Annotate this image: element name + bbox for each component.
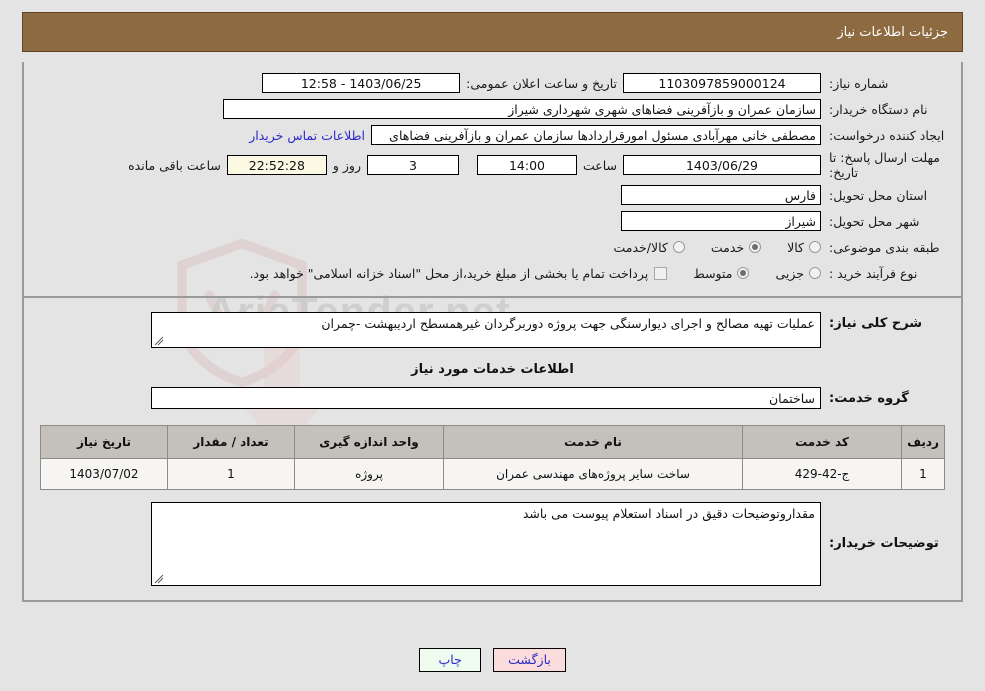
- row-city: شهر محل تحویل: شیراز: [24, 210, 961, 232]
- row-process-type: نوع فرآیند خرید : جزیی متوسط پرداخت تمام…: [24, 262, 961, 284]
- deadline-label: مهلت ارسال پاسخ: تا تاریخ:: [829, 150, 940, 180]
- need-description-textarea[interactable]: عملیات تهیه مصالح و اجرای دیوارسنگی جهت …: [151, 312, 821, 348]
- resize-grip-icon[interactable]: [154, 574, 164, 584]
- radio-kala-khedmat-icon[interactable]: [672, 241, 685, 253]
- cell-service-name: ساخت سایر پروژه‌های مهندسی عمران: [443, 458, 743, 490]
- process-type-option-motavaset[interactable]: متوسط: [693, 265, 750, 281]
- buyer-contact-link[interactable]: اطلاعات تماس خریدار: [249, 128, 371, 143]
- row-service-group: گروه خدمت: ساختمان: [24, 387, 961, 409]
- column-header-unit: واحد اندازه گیری: [294, 425, 444, 459]
- classification-option-label: کالا: [787, 239, 804, 255]
- process-type-radio-group: جزیی متوسط: [667, 266, 821, 281]
- cell-unit: پروژه: [294, 458, 444, 490]
- details-panel: شماره نیاز: 1103097859000124 تاریخ و ساع…: [22, 62, 963, 602]
- need-description-value: عملیات تهیه مصالح و اجرای دیوارسنگی جهت …: [321, 316, 815, 331]
- buyer-notes-value: مقداروتوضیحات دقیق در اسناد استعلام پیوس…: [522, 506, 815, 521]
- classification-option-label: خدمت: [710, 239, 745, 255]
- table-header-row: ردیف کد خدمت نام خدمت واحد اندازه گیری ت…: [40, 425, 945, 459]
- buyer-notes-textarea[interactable]: مقداروتوضیحات دقیق در اسناد استعلام پیوس…: [151, 502, 821, 586]
- row-need-number: شماره نیاز: 1103097859000124 تاریخ و ساع…: [24, 72, 961, 94]
- remaining-days-value: 3: [366, 155, 459, 175]
- deadline-date-value: 1403/06/29: [623, 155, 821, 175]
- resize-grip-icon[interactable]: [154, 336, 164, 346]
- services-table-wrapper: ردیف کد خدمت نام خدمت واحد اندازه گیری ت…: [40, 425, 945, 490]
- need-number-value: 1103097859000124: [623, 73, 821, 93]
- row-need-description: شرح کلی نیاز: عملیات تهیه مصالح و اجرای …: [24, 312, 961, 348]
- services-section: شرح کلی نیاز: عملیات تهیه مصالح و اجرای …: [24, 298, 961, 602]
- row-classification: طبقه بندی موضوعی: کالا خدمت کالا/خدمت: [24, 236, 961, 258]
- row-buyer-notes: توضیحات خریدار: مقداروتوضیحات دقیق در اس…: [24, 502, 961, 586]
- radio-jozei-icon[interactable]: [809, 267, 821, 279]
- creator-label: ایجاد کننده درخواست:: [829, 127, 945, 143]
- city-label: شهر محل تحویل:: [829, 213, 920, 229]
- remaining-time-label: ساعت باقی مانده: [128, 157, 221, 173]
- process-type-option-jozei[interactable]: جزیی: [775, 266, 821, 281]
- back-button[interactable]: بازگشت: [493, 648, 566, 672]
- need-description-label: شرح کلی نیاز:: [829, 316, 923, 331]
- radio-kala-icon[interactable]: [809, 241, 821, 253]
- column-header-service-name: نام خدمت: [443, 425, 743, 459]
- row-deadline: مهلت ارسال پاسخ: تا تاریخ: 1403/06/29 سا…: [24, 150, 961, 180]
- process-type-label: نوع فرآیند خرید :: [829, 265, 918, 281]
- province-label: استان محل تحویل:: [829, 187, 928, 203]
- classification-option-kala-khedmat[interactable]: کالا/خدمت: [613, 239, 685, 255]
- buyer-org-label: نام دستگاه خریدار:: [829, 101, 928, 117]
- province-value: فارس: [621, 185, 821, 205]
- column-header-quantity: تعداد / مقدار: [167, 425, 295, 459]
- classification-option-label: کالا/خدمت: [613, 239, 668, 255]
- classification-radio-group: کالا خدمت کالا/خدمت: [587, 240, 821, 255]
- process-type-option-label: متوسط: [693, 265, 733, 281]
- footer-actions: بازگشت چاپ: [0, 648, 985, 672]
- page-header: جزئیات اطلاعات نیاز: [22, 12, 963, 52]
- classification-option-kala[interactable]: کالا: [787, 240, 821, 255]
- remaining-time-countdown: 22:52:28: [226, 155, 327, 175]
- table-row: 1 ج-42-429 ساخت سایر پروژه‌های مهندسی عم…: [40, 458, 945, 490]
- page-title: جزئیات اطلاعات نیاز: [837, 24, 948, 40]
- cell-quantity: 1: [167, 458, 295, 490]
- need-number-label: شماره نیاز:: [829, 75, 889, 91]
- services-heading: اطلاعات خدمات مورد نیاز: [411, 362, 574, 377]
- cell-service-code: ج-42-429: [742, 458, 902, 490]
- buyer-org-value: سازمان عمران و بازآفرینی فضاهای شهری شهر…: [223, 99, 821, 119]
- services-table: ردیف کد خدمت نام خدمت واحد اندازه گیری ت…: [40, 425, 945, 490]
- public-announce-value: 1403/06/25 - 12:58: [262, 73, 461, 93]
- deadline-hour-label: ساعت: [582, 157, 617, 173]
- cell-radif: 1: [901, 458, 945, 490]
- service-group-label: گروه خدمت:: [829, 390, 909, 406]
- process-type-option-label: جزیی: [775, 265, 804, 281]
- creator-value: مصطفی خانی مهرآبادی مسئول امورقراردادها …: [371, 125, 821, 145]
- cell-need-date: 1403/07/02: [40, 458, 168, 490]
- treasury-bonds-note: پرداخت تمام یا بخشی از مبلغ خرید،از محل …: [249, 265, 649, 281]
- general-info-section: شماره نیاز: 1103097859000124 تاریخ و ساع…: [24, 62, 961, 298]
- print-button[interactable]: چاپ: [419, 648, 482, 672]
- radio-motavaset-icon[interactable]: [737, 267, 750, 279]
- deadline-hour-value: 14:00: [476, 155, 577, 175]
- classification-label: طبقه بندی موضوعی:: [829, 239, 940, 255]
- row-creator: ایجاد کننده درخواست: مصطفی خانی مهرآبادی…: [24, 124, 961, 146]
- row-province: استان محل تحویل: فارس: [24, 184, 961, 206]
- column-header-service-code: کد خدمت: [742, 425, 902, 459]
- row-buyer-org: نام دستگاه خریدار: سازمان عمران و بازآفر…: [24, 98, 961, 120]
- treasury-bonds-checkbox[interactable]: [654, 266, 668, 280]
- city-value: شیراز: [621, 211, 821, 231]
- column-header-need-date: تاریخ نیاز: [40, 425, 168, 459]
- radio-khedmat-icon[interactable]: [749, 241, 762, 253]
- remaining-days-label: روز و: [332, 157, 361, 173]
- public-announce-label: تاریخ و ساعت اعلان عمومی:: [466, 75, 617, 91]
- column-header-radif: ردیف: [901, 425, 945, 459]
- buyer-notes-label: توضیحات خریدار:: [829, 536, 939, 551]
- service-group-value: ساختمان: [151, 387, 821, 409]
- classification-option-khedmat[interactable]: خدمت: [710, 239, 762, 255]
